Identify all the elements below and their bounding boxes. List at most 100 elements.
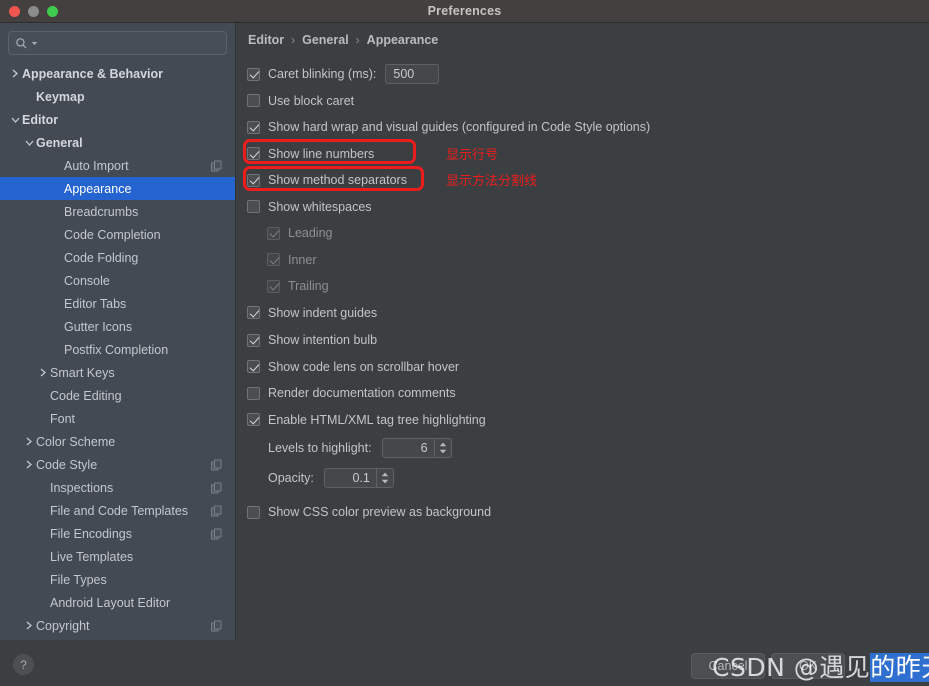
appearance-options-list: Caret blinking (ms): 500 Use block caret Sh… xyxy=(247,61,927,526)
search-input[interactable] xyxy=(41,36,220,50)
checkbox-show-code-lens-on-scrollbar-hover[interactable] xyxy=(247,360,260,374)
spinner-value[interactable]: 6 xyxy=(383,439,434,457)
sidebar-item-label: Auto Import xyxy=(64,158,129,173)
sidebar-item-smart-keys[interactable]: Smart Keys xyxy=(0,361,235,384)
sidebar-item-breadcrumbs[interactable]: Breadcrumbs xyxy=(0,200,235,223)
breadcrumb-item-appearance[interactable]: Appearance xyxy=(367,33,439,47)
help-button[interactable]: ? xyxy=(13,654,34,675)
sidebar-item-editor-tabs[interactable]: Editor Tabs xyxy=(0,292,235,315)
checkbox-show-css-color-preview-as-background[interactable] xyxy=(247,505,260,519)
spinner-buttons[interactable] xyxy=(433,439,451,457)
sidebar-item-copyright[interactable]: Copyright xyxy=(0,614,235,637)
option-row-show-hard-wrap-and-visual-guides-configured-in-code-style-options: Show hard wrap and visual guides (config… xyxy=(247,114,927,141)
sidebar-item-postfix-completion[interactable]: Postfix Completion xyxy=(0,338,235,361)
breadcrumb-item-editor[interactable]: Editor xyxy=(248,33,284,47)
checkbox-label: Leading xyxy=(288,226,333,241)
sidebar-item-label: Code Editing xyxy=(50,388,122,403)
sidebar-item-android-layout-editor[interactable]: Android Layout Editor xyxy=(0,591,235,614)
settings-tree: Appearance & Behavior Keymap Editor General… xyxy=(0,62,235,640)
checkbox-label: Show whitespaces xyxy=(268,199,372,214)
checkbox-label: Show line numbers xyxy=(268,146,375,161)
option-row-render-documentation-comments: Render documentation comments xyxy=(247,380,927,407)
checkbox-show-method-separators[interactable] xyxy=(247,173,260,187)
checkbox-render-documentation-comments[interactable] xyxy=(247,386,260,400)
sidebar-item-console[interactable]: Console xyxy=(0,269,235,292)
option-row-show-method-separators: Show method separators xyxy=(247,167,927,194)
checkbox-show-line-numbers[interactable] xyxy=(247,147,260,161)
breadcrumb-item-general[interactable]: General xyxy=(302,33,349,47)
sidebar-item-code-editing[interactable]: Code Editing xyxy=(0,384,235,407)
spinner-value[interactable]: 0.1 xyxy=(325,469,376,487)
spinner-row-levels-to-highlight: Levels to highlight: 6 xyxy=(268,433,927,463)
sidebar-item-appearance[interactable]: Appearance xyxy=(0,177,235,200)
option-row-show-whitespaces: Show whitespaces xyxy=(247,194,927,221)
sidebar-item-general[interactable]: General xyxy=(0,131,235,154)
copy-icon[interactable] xyxy=(211,160,222,171)
copy-icon[interactable] xyxy=(211,459,222,470)
checkbox-show-hard-wrap-and-visual-guides-configured-in-code-style-options[interactable] xyxy=(247,120,260,134)
sidebar-item-file-and-code-templates[interactable]: File and Code Templates xyxy=(0,499,235,522)
sidebar-item-label: Postfix Completion xyxy=(64,342,169,357)
chevron-down-icon[interactable] xyxy=(22,139,36,147)
checkbox-show-whitespaces[interactable] xyxy=(247,200,260,214)
sidebar-item-gutter-icons[interactable]: Gutter Icons xyxy=(0,315,235,338)
sidebar-item-font[interactable]: Font xyxy=(0,407,235,430)
sidebar-item-color-scheme[interactable]: Color Scheme xyxy=(0,430,235,453)
sidebar-item-label: Code Completion xyxy=(64,227,161,242)
copy-icon[interactable] xyxy=(211,505,222,516)
checkbox-label: Trailing xyxy=(288,279,329,294)
sidebar-item-label: Code Style xyxy=(36,457,98,472)
spinner-row-opacity: Opacity: 0.1 xyxy=(268,463,927,493)
sidebar-item-inspections[interactable]: Inspections xyxy=(0,476,235,499)
breadcrumb: Editor › General › Appearance xyxy=(248,33,438,47)
sidebar-item-label: Color Scheme xyxy=(36,434,116,449)
chevron-right-icon[interactable] xyxy=(8,69,22,78)
checkbox-trailing xyxy=(267,279,280,293)
spinner-label: Opacity: xyxy=(268,471,314,485)
spinner-label: Levels to highlight: xyxy=(268,441,372,455)
copy-icon[interactable] xyxy=(211,528,222,539)
checkbox-label: Show hard wrap and visual guides (config… xyxy=(268,120,651,135)
checkbox-enable-html-xml-tag-tree-highlighting[interactable] xyxy=(247,413,260,427)
annotation-text-method-separators: 显示方法分割线 xyxy=(446,174,538,189)
sidebar-item-label: Copyright xyxy=(36,618,90,633)
sidebar-item-auto-import[interactable]: Auto Import xyxy=(0,154,235,177)
option-row-use-block-caret: Use block caret xyxy=(247,88,927,115)
caret-blinking-input[interactable]: 500 xyxy=(385,64,440,85)
sidebar-item-label: Appearance & Behavior xyxy=(22,66,164,81)
sidebar-item-file-types[interactable]: File Types xyxy=(0,568,235,591)
sidebar-item-file-encodings[interactable]: File Encodings xyxy=(0,522,235,545)
sidebar-item-code-folding[interactable]: Code Folding xyxy=(0,246,235,269)
checkbox-caret-blinking-ms[interactable] xyxy=(247,67,260,81)
chevron-down-icon[interactable] xyxy=(8,116,22,124)
checkbox-show-indent-guides[interactable] xyxy=(247,306,260,320)
spinner-opacity[interactable]: 0.1 xyxy=(323,468,394,488)
option-row-show-code-lens-on-scrollbar-hover: Show code lens on scrollbar hover xyxy=(247,354,927,381)
chevron-right-icon[interactable] xyxy=(22,621,36,630)
sidebar-item-label: Appearance xyxy=(64,181,132,196)
sidebar-item-appearance-behavior[interactable]: Appearance & Behavior xyxy=(0,62,235,85)
sidebar-item-label: Android Layout Editor xyxy=(50,595,171,610)
search-box[interactable] xyxy=(8,31,227,55)
chevron-right-icon[interactable] xyxy=(22,460,36,469)
sidebar-item-editor[interactable]: Editor xyxy=(0,108,235,131)
sidebar-item-label: Live Templates xyxy=(50,549,134,564)
sidebar-item-label: Gutter Icons xyxy=(64,319,133,334)
copy-icon[interactable] xyxy=(211,620,222,631)
sidebar-item-code-completion[interactable]: Code Completion xyxy=(0,223,235,246)
checkbox-use-block-caret[interactable] xyxy=(247,94,260,108)
sidebar-item-live-templates[interactable]: Live Templates xyxy=(0,545,235,568)
spinner-buttons[interactable] xyxy=(375,469,393,487)
sidebar-item-code-style[interactable]: Code Style xyxy=(0,453,235,476)
sidebar-item-label: Editor Tabs xyxy=(64,296,127,311)
chevron-right-icon[interactable] xyxy=(36,368,50,377)
chevron-right-icon[interactable] xyxy=(22,437,36,446)
breadcrumb-separator: › xyxy=(291,33,296,47)
checkbox-show-intention-bulb[interactable] xyxy=(247,333,260,347)
spinner-levels-to-highlight[interactable]: 6 xyxy=(381,438,452,458)
sidebar-item-keymap[interactable]: Keymap xyxy=(0,85,235,108)
sidebar-item-label: Keymap xyxy=(36,89,85,104)
copy-icon[interactable] xyxy=(211,482,222,493)
title-bar: Preferences xyxy=(0,0,929,23)
chevron-down-icon[interactable] xyxy=(31,40,38,47)
